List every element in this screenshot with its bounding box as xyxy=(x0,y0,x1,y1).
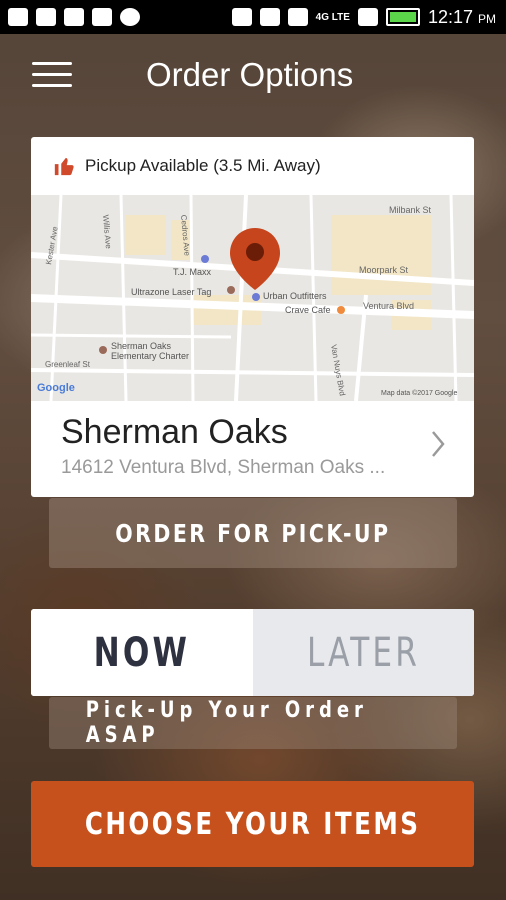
map-label: Ultrazone Laser Tag xyxy=(131,287,211,297)
now-toggle[interactable]: NOW xyxy=(31,609,253,696)
location-select-row[interactable]: Sherman Oaks 14612 Ventura Blvd, Sherman… xyxy=(31,401,474,497)
location-name: Sherman Oaks xyxy=(61,413,288,451)
map-label: Map data ©2017 Google xyxy=(381,389,457,397)
battery-icon xyxy=(385,8,420,26)
status-bar: 4G LTE 12:17 PM xyxy=(0,0,506,34)
clock: 12:17 PM xyxy=(428,7,496,28)
code-icon xyxy=(92,8,112,26)
add-notification-icon xyxy=(8,8,28,26)
wifi-icon xyxy=(287,8,308,26)
mute-icon xyxy=(259,8,280,26)
hamburger-icon[interactable] xyxy=(32,62,72,92)
location-map[interactable]: Milbank St Willis Ave Cedros Ave Moorpar… xyxy=(31,195,474,401)
location-address: 14612 Ventura Blvd, Sherman Oaks ... xyxy=(61,457,386,478)
map-label: Milbank St xyxy=(389,205,432,215)
pickup-label: Pickup Available (3.5 Mi. Away) xyxy=(85,156,321,175)
map-label: Moorpark St xyxy=(359,265,409,275)
map-label: Sherman Oaks xyxy=(111,341,172,351)
map-label: T.J. Maxx xyxy=(173,267,212,277)
clock-time: 12:17 xyxy=(427,6,473,27)
chevron-right-icon xyxy=(432,431,445,457)
map-label: Crave Cafe xyxy=(285,305,331,315)
signal-icon xyxy=(357,8,378,26)
map-label: Elementary Charter xyxy=(111,351,189,361)
thumbs-up-icon xyxy=(53,155,75,177)
later-toggle[interactable]: LATER xyxy=(252,609,474,696)
map-label: Urban Outfitters xyxy=(263,291,327,301)
nfc-icon xyxy=(231,8,252,26)
order-for-pickup-label: ORDER FOR PICK-UP xyxy=(115,518,391,548)
choose-your-items-label: CHOOSE YOUR ITEMS xyxy=(84,806,421,842)
later-label: LATER xyxy=(306,629,420,676)
now-label: NOW xyxy=(93,629,190,676)
gmail-icon xyxy=(36,8,56,26)
map-label: Greenleaf St xyxy=(45,360,91,369)
map-label: Ventura Blvd xyxy=(363,301,414,311)
time-toggle: NOW LATER xyxy=(31,609,474,696)
pickup-asap-text: Pick-Up Your Order ASAP xyxy=(85,698,368,748)
page-title: Order Options xyxy=(146,56,354,93)
chat-icon xyxy=(120,8,140,26)
location-card: Pickup Available (3.5 Mi. Away) Milbank … xyxy=(31,137,474,497)
order-for-pickup-button[interactable]: ORDER FOR PICK-UP xyxy=(49,498,457,568)
clock-ampm: PM xyxy=(478,11,496,26)
pickup-asap-banner: Pick-Up Your Order ASAP xyxy=(49,697,457,749)
map-label: Google xyxy=(37,382,75,394)
code-icon xyxy=(64,8,84,26)
pickup-availability: Pickup Available (3.5 Mi. Away) xyxy=(31,137,474,195)
app-header: Order Options xyxy=(0,34,506,122)
choose-your-items-button[interactable]: CHOOSE YOUR ITEMS xyxy=(31,781,474,867)
network-label: 4G LTE xyxy=(315,11,350,23)
